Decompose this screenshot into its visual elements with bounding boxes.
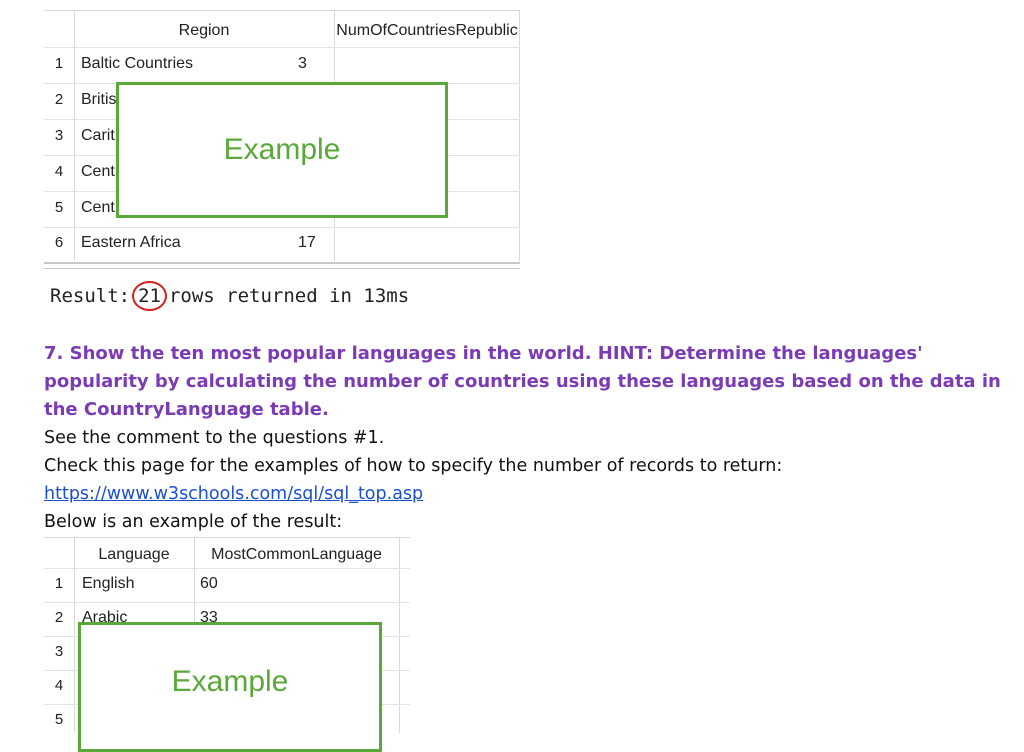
region-cell: Eastern Africa: [81, 234, 181, 251]
row-number: 2: [54, 609, 64, 626]
check-line: Check this page for the examples of how …: [44, 456, 783, 476]
region-cell: Cent: [81, 199, 115, 216]
region-cell: Britis: [81, 91, 117, 108]
row-number: 1: [54, 575, 64, 592]
language-cell: English: [82, 575, 135, 592]
row-number: 5: [54, 711, 64, 728]
row-count-circled: 21: [132, 281, 167, 311]
row-number: 1: [54, 55, 64, 72]
result-prefix: Result:: [50, 285, 131, 307]
example-label: Example: [223, 133, 341, 166]
region-cell: Cent: [81, 163, 115, 180]
region-cell: Baltic Countries: [81, 55, 194, 72]
example-overlay: Example: [78, 622, 382, 752]
row-number: 2: [54, 91, 64, 108]
question-7: 7. Show the ten most popular languages i…: [44, 343, 1001, 420]
row-number: 4: [54, 163, 64, 180]
below-line: Below is an example of the result:: [44, 512, 343, 532]
row-number: 3: [54, 643, 64, 660]
result-suffix: rows returned in 13ms: [168, 285, 410, 307]
value-cell: 17: [298, 234, 316, 251]
table-row: 6 Eastern Africa 17: [44, 227, 520, 261]
value-cell: 3: [298, 55, 307, 72]
table-row: 1 Baltic Countries 3: [44, 47, 520, 84]
value-cell: 60: [200, 575, 218, 592]
row-number: 4: [54, 677, 64, 694]
row-number: 3: [54, 127, 64, 144]
region-cell: Carit: [81, 127, 115, 144]
table-row: 1 English 60: [44, 568, 410, 603]
row-number: 6: [54, 234, 64, 251]
example-label: Example: [171, 665, 289, 698]
example-overlay: Example: [116, 82, 448, 218]
w3schools-link[interactable]: https://www.w3schools.com/sql/sql_top.as…: [44, 484, 423, 504]
question-block: 7. Show the ten most popular languages i…: [44, 340, 1019, 536]
result-text: Result: 21 rows returned in 13ms: [50, 281, 409, 311]
comment-line: See the comment to the questions #1.: [44, 428, 385, 448]
row-number: 5: [54, 199, 64, 216]
